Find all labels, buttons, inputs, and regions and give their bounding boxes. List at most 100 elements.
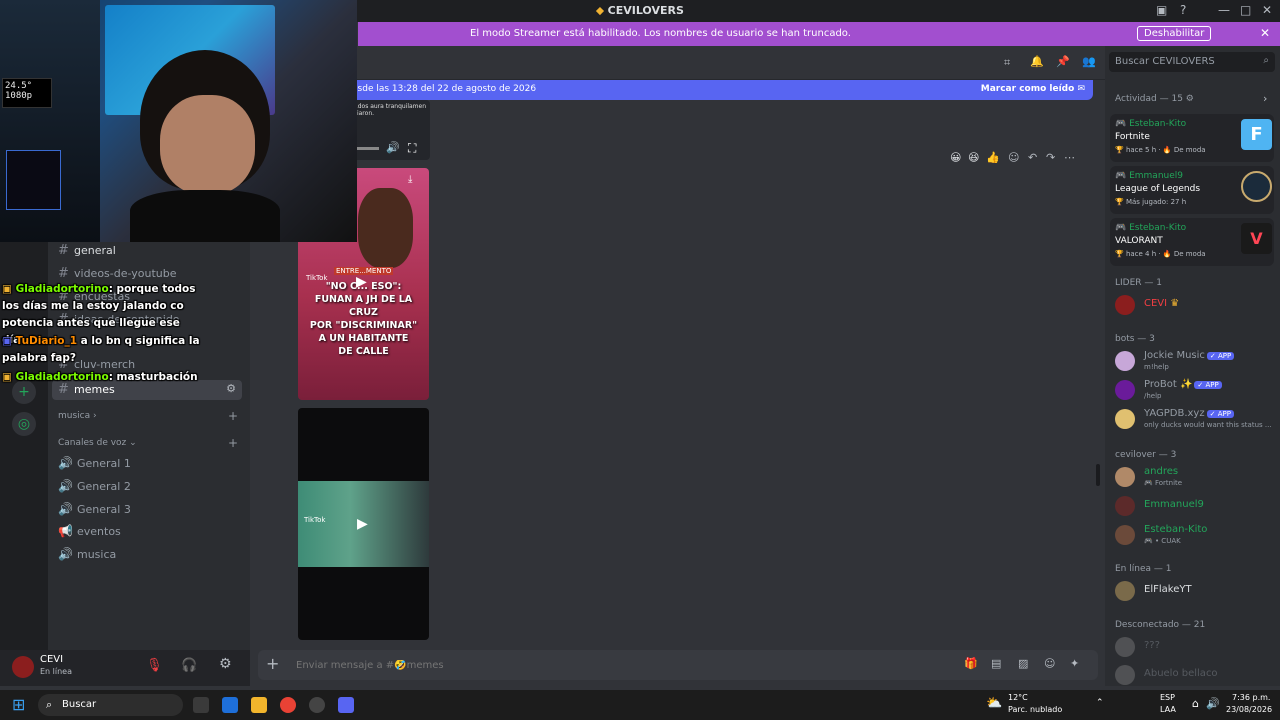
activity-card[interactable]: 🎮 Esteban-Kito VALORANT 🏆 hace 4 h · 🔥 D…	[1110, 218, 1274, 266]
avatar	[1115, 380, 1135, 400]
language-indicator[interactable]: ESP	[1160, 693, 1175, 702]
volume-icon[interactable]: 🔊	[386, 141, 400, 154]
member-subtext: 🎮 Fortnite	[1144, 479, 1183, 487]
member-name: ElFlakeYT	[1144, 584, 1192, 595]
member-item[interactable]: Jockie Music ✓ APP m!help	[1115, 348, 1277, 376]
voice-channel-eventos[interactable]: 📢 eventos	[58, 524, 121, 538]
taskbar-search[interactable]: ⌕ Buscar	[38, 694, 183, 716]
sticker-icon[interactable]: ▨	[1018, 657, 1028, 670]
activity-meta-text: hace 4 h	[1125, 250, 1157, 258]
emoji-icon[interactable]: ☺	[1044, 657, 1055, 670]
fullscreen-icon[interactable]: ⛶	[408, 141, 416, 156]
voice-channel-general-1[interactable]: 🔊 General 1	[58, 456, 131, 470]
mark-read-label: Marcar como leído	[980, 84, 1075, 94]
member-name: YAGPDB.xyz ✓ APP	[1144, 408, 1234, 419]
activity-badge: De moda	[1173, 146, 1206, 154]
network-icon[interactable]: ⌂	[1192, 697, 1199, 710]
more-options-icon[interactable]: ⋯	[1064, 151, 1075, 164]
apps-icon[interactable]: ✦	[1070, 657, 1079, 670]
member-item[interactable]: ???	[1115, 634, 1277, 662]
member-list-icon[interactable]: 👥	[1082, 55, 1096, 68]
add-channel-icon[interactable]: +	[228, 409, 238, 423]
discord-icon[interactable]	[338, 697, 354, 713]
reply-icon[interactable]: ↶	[1028, 151, 1037, 164]
member-item[interactable]: Emmanuel9	[1115, 493, 1277, 521]
download-icon[interactable]: ⤓	[408, 174, 412, 185]
discover-icon[interactable]: ◎	[12, 412, 36, 436]
obs-icon[interactable]	[309, 697, 325, 713]
video-embed-partial[interactable]: ...dos aura tranquilamen iciaron. 🔊 ⛶	[350, 100, 430, 160]
avatar	[1115, 295, 1135, 315]
activity-card[interactable]: 🎮 Emmanuel9 League of Legends 🏆 Más juga…	[1110, 166, 1274, 214]
tray-chevron-icon[interactable]: ⌃	[1096, 698, 1104, 708]
chrome-icon[interactable]	[280, 697, 296, 713]
add-attachment-icon[interactable]: +	[266, 654, 279, 673]
app-icon[interactable]	[222, 697, 238, 713]
weather-icon: ⛅	[986, 696, 1003, 711]
volume-icon[interactable]: 🔊	[1206, 697, 1220, 710]
member-name: ProBot ✨ ✓ APP	[1144, 379, 1222, 390]
scrollbar-thumb[interactable]	[1096, 464, 1100, 486]
crown-icon: ♛	[1170, 298, 1180, 309]
mark-as-read-button[interactable]: Marcar como leído ✉	[981, 84, 1085, 94]
avatar[interactable]	[12, 656, 34, 678]
caption-line: DE CALLE	[338, 346, 389, 357]
fortnite-thumbnail: F	[1241, 119, 1272, 150]
add-reaction-icon[interactable]: ☺	[1008, 151, 1019, 164]
category-voice[interactable]: Canales de voz ⌄	[58, 438, 137, 448]
channel-label: general	[74, 244, 116, 257]
forward-icon[interactable]: ↷	[1046, 151, 1055, 164]
pin-icon[interactable]: 📌	[1056, 55, 1070, 68]
member-group-label: LIDER — 1	[1115, 278, 1162, 288]
member-item[interactable]: Esteban-Kito 🎮 • CUAK	[1115, 522, 1277, 550]
mute-mic-icon[interactable]: 🎙	[146, 658, 163, 673]
add-voice-channel-icon[interactable]: +	[228, 436, 238, 450]
headphones-icon[interactable]: 🎧	[181, 658, 197, 673]
member-subtext-text: • CUAK	[1154, 537, 1181, 545]
new-messages-bar[interactable]: esde las 13:28 del 22 de agosto de 2026 …	[350, 80, 1093, 100]
chevron-right-icon[interactable]: ›	[1263, 92, 1267, 105]
member-subtext-text: Fortnite	[1154, 479, 1183, 487]
channel-settings-icon[interactable]: ⚙	[226, 382, 236, 395]
voice-channel-musica[interactable]: 🔊 musica	[58, 547, 116, 561]
member-item[interactable]: Abuelo bellaco	[1115, 662, 1277, 690]
message-input[interactable]	[296, 656, 896, 674]
gift-icon[interactable]: 🎁	[964, 657, 978, 670]
voice-channel-general-2[interactable]: 🔊 General 2	[58, 479, 131, 493]
voice-channel-general-3[interactable]: 🔊 General 3	[58, 502, 131, 516]
windows-start-icon[interactable]: ⊞	[12, 695, 25, 714]
help-icon[interactable]: ?	[1180, 3, 1186, 17]
gif-icon[interactable]: ▤	[991, 657, 1001, 670]
volume-slider[interactable]	[355, 147, 379, 150]
stage-icon: 📢	[58, 524, 73, 538]
reaction-emoji-2[interactable]: 😆	[968, 151, 979, 164]
member-subtext: only ducks would want this status ...	[1144, 421, 1272, 429]
search-box[interactable]: Buscar CEVILOVERS ⌕	[1109, 52, 1275, 72]
task-view-icon[interactable]	[193, 697, 209, 713]
play-icon[interactable]: ▶	[357, 516, 368, 532]
threads-icon[interactable]: ⌗	[1004, 56, 1010, 70]
inbox-icon[interactable]: ▣	[1156, 3, 1167, 17]
file-explorer-icon[interactable]	[251, 697, 267, 713]
channel-item-general[interactable]: # general	[58, 243, 116, 258]
disable-streamer-button[interactable]: Deshabilitar	[1137, 26, 1212, 41]
category-musica[interactable]: musica ›	[58, 411, 97, 421]
activity-card[interactable]: 🎮 Esteban-Kito Fortnite 🏆 hace 5 h · 🔥 D…	[1110, 114, 1274, 162]
member-item[interactable]: ElFlakeYT	[1115, 578, 1277, 606]
video-embed[interactable]: ▶ TikTok	[298, 408, 429, 640]
reaction-emoji-1[interactable]: 😀	[950, 151, 961, 164]
member-item[interactable]: YAGPDB.xyz ✓ APP only ducks would want th…	[1115, 406, 1277, 434]
member-item[interactable]: andres 🎮 Fortnite	[1115, 464, 1277, 492]
play-icon[interactable]: ▶	[356, 274, 367, 290]
channel-header: ⌗ 🔔 📌 👥	[250, 46, 1105, 80]
close-window-button[interactable]: ✕	[1262, 3, 1272, 17]
member-item[interactable]: ProBot ✨ ✓ APP /help	[1115, 377, 1277, 405]
minimize-button[interactable]: —	[1218, 3, 1230, 17]
channel-item-videos-de-youtube[interactable]: # videos-de-youtube	[58, 266, 177, 281]
member-item[interactable]: CEVI ♛	[1115, 292, 1277, 320]
user-settings-icon[interactable]: ⚙	[219, 656, 232, 672]
notification-bell-icon[interactable]: 🔔	[1030, 55, 1044, 68]
close-icon[interactable]: ✕	[1260, 26, 1270, 40]
maximize-button[interactable]: □	[1240, 3, 1251, 17]
reaction-emoji-3[interactable]: 👍	[986, 151, 1000, 164]
